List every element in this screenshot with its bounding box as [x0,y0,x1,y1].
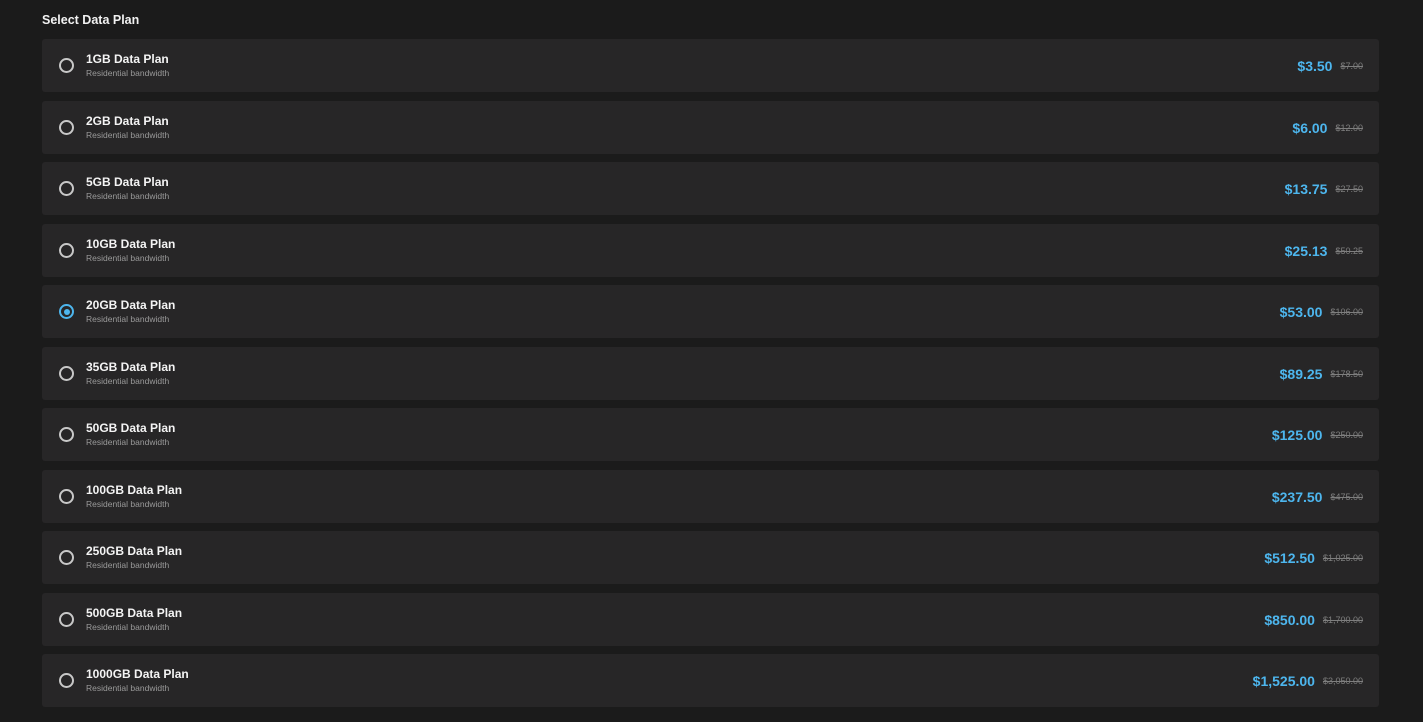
plan-price-group: $53.00 $106.00 [1280,285,1363,338]
radio-unselected-icon[interactable] [59,58,74,73]
plan-subtitle: Residential bandwidth [86,68,170,78]
plan-option[interactable]: 5GB Data Plan Residential bandwidth $13.75… [42,162,1379,215]
plan-original-price: $178.50 [1330,369,1363,379]
plan-price-group: $89.25 $178.50 [1280,347,1363,400]
plan-subtitle: Residential bandwidth [86,376,170,386]
plan-name: 2GB Data Plan [86,114,169,128]
plan-name: 20GB Data Plan [86,298,176,312]
plan-price: $13.75 [1284,180,1328,197]
plan-option[interactable]: 2GB Data Plan Residential bandwidth $6.00 $… [42,101,1379,154]
plan-price: $6.00 [1292,119,1328,136]
radio-unselected-icon[interactable] [59,366,74,381]
plan-option[interactable]: 1000GB Data Plan Residential bandwidth $1,… [42,654,1379,707]
radio-dot-icon [63,308,70,315]
radio-selected-icon[interactable] [59,304,74,319]
plan-price: $25.13 [1284,242,1328,259]
radio-unselected-icon[interactable] [59,673,74,688]
plan-price: $512.50 [1264,549,1315,566]
plan-subtitle: Residential bandwidth [86,683,170,693]
radio-unselected-icon[interactable] [59,120,74,135]
plan-price: $237.50 [1271,488,1323,505]
plan-price-group: $1,525.00 $3,050.00 [1253,654,1363,707]
plan-price-group: $512.50 $1,025.00 [1264,531,1363,584]
plan-original-price: $12.00 [1335,123,1363,133]
plan-price: $89.25 [1279,365,1323,382]
plan-original-price: $7.00 [1340,61,1363,71]
plan-subtitle: Residential bandwidth [86,622,170,632]
plan-price: $53.00 [1279,303,1323,320]
plan-option[interactable]: 50GB Data Plan Residential bandwidth $125.… [42,408,1379,461]
plan-option[interactable]: 250GB Data Plan Residential bandwidth $512… [42,531,1379,584]
plan-price-group: $125.00 $250.00 [1272,408,1363,461]
plan-option[interactable]: 1GB Data Plan Residential bandwidth $3.50 $… [42,39,1379,92]
plan-price: $850.00 [1264,611,1315,628]
plan-option[interactable]: 20GB Data Plan Residential bandwidth $53.0… [42,285,1379,338]
plan-option[interactable]: 100GB Data Plan Residential bandwidth $237… [42,470,1379,523]
section-title: Select Data Plan [42,13,140,27]
plan-name: 250GB Data Plan [86,544,183,558]
plan-subtitle: Residential bandwidth [86,499,170,509]
radio-unselected-icon[interactable] [59,181,74,196]
plan-subtitle: Residential bandwidth [86,437,170,447]
plan-name: 35GB Data Plan [86,360,176,374]
plan-original-price: $1,025.00 [1322,553,1363,563]
plan-option[interactable]: 500GB Data Plan Residential bandwidth $850… [42,593,1379,646]
plan-price: $3.50 [1297,57,1333,74]
plan-original-price: $1,700.00 [1322,615,1363,625]
plan-subtitle: Residential bandwidth [86,191,170,201]
radio-unselected-icon[interactable] [59,550,74,565]
plan-option[interactable]: 35GB Data Plan Residential bandwidth $89.2… [42,347,1379,400]
plan-name: 50GB Data Plan [86,421,176,435]
radio-unselected-icon[interactable] [59,243,74,258]
plan-original-price: $3,050.00 [1322,676,1363,686]
plan-subtitle: Residential bandwidth [86,130,170,140]
plan-name: 10GB Data Plan [86,237,176,251]
plan-price-group: $3.50 $7.00 [1297,39,1363,92]
plan-price-group: $6.00 $12.00 [1292,101,1363,154]
radio-unselected-icon[interactable] [59,612,74,627]
plan-name: 1000GB Data Plan [86,667,189,681]
plan-name: 500GB Data Plan [86,606,183,620]
plan-price-group: $237.50 $475.00 [1272,470,1363,523]
plan-subtitle: Residential bandwidth [86,314,170,324]
plan-original-price: $250.00 [1330,430,1363,440]
plan-price-group: $13.75 $27.50 [1285,162,1363,215]
plan-original-price: $106.00 [1330,307,1363,317]
plan-original-price: $475.00 [1330,492,1363,502]
plan-price: $125.00 [1271,426,1323,443]
plan-name: 1GB Data Plan [86,52,169,66]
plan-subtitle: Residential bandwidth [86,253,170,263]
plan-price-group: $25.13 $50.25 [1285,224,1363,277]
plan-subtitle: Residential bandwidth [86,560,170,570]
plan-original-price: $27.50 [1335,184,1363,194]
plan-name: 5GB Data Plan [86,175,169,189]
plan-option[interactable]: 10GB Data Plan Residential bandwidth $25.1… [42,224,1379,277]
plan-price-group: $850.00 $1,700.00 [1264,593,1363,646]
plan-name: 100GB Data Plan [86,483,183,497]
radio-unselected-icon[interactable] [59,427,74,442]
plan-original-price: $50.25 [1335,246,1363,256]
plan-price: $1,525.00 [1252,672,1315,689]
radio-unselected-icon[interactable] [59,489,74,504]
